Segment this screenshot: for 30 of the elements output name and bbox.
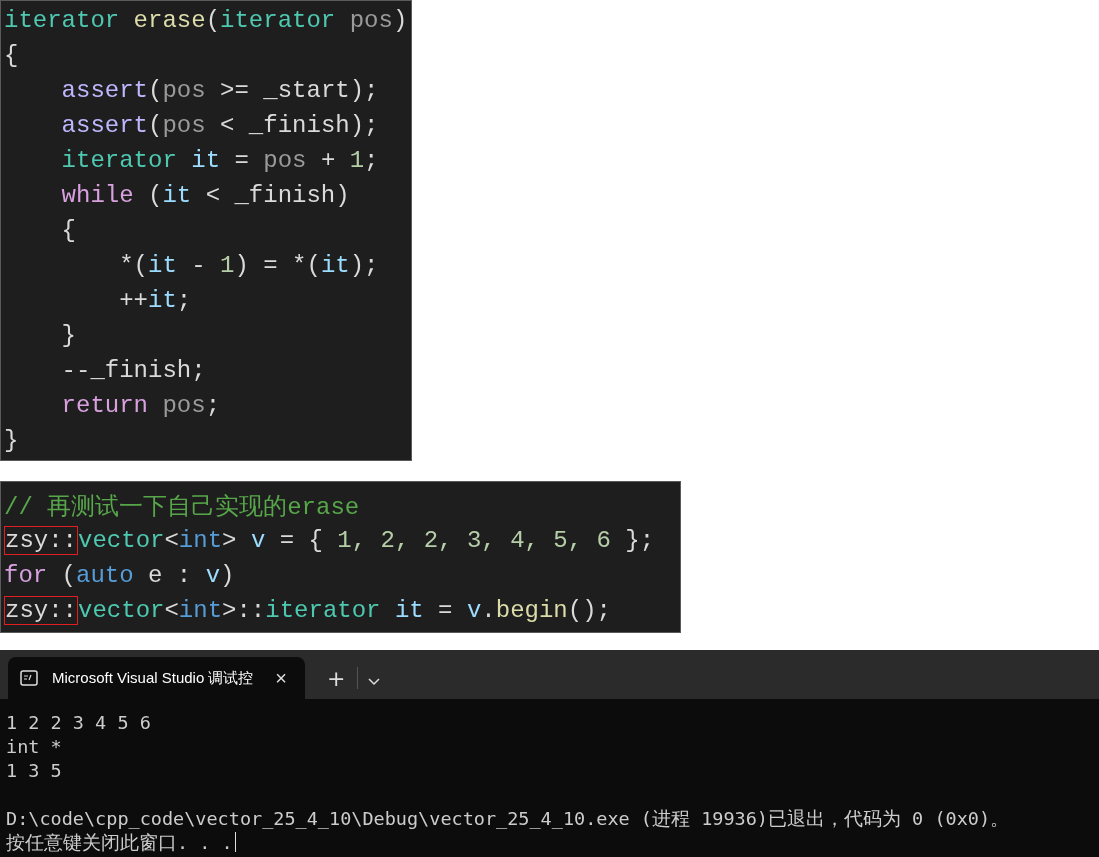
- code-line: {: [60, 217, 76, 244]
- code-line: assert(pos < _finish);: [60, 112, 379, 139]
- code-line: vector<int>::iterator it = v.begin();: [78, 597, 611, 624]
- code-line: iterator it = pos + 1;: [60, 147, 379, 174]
- code-line: assert(pos >= _start);: [60, 77, 379, 104]
- terminal-icon: [20, 670, 38, 686]
- code-line: --_finish;: [60, 357, 206, 384]
- output-line: 1 3 5: [6, 760, 62, 781]
- output-line: D:\code\cpp_code\vector_25_4_10\Debug\vector_25_4_10.exe (进程 19936)已退出，代码为 0 (0x0)。: [6, 808, 1010, 829]
- code-line: while (it < _finish): [60, 182, 350, 209]
- highlight-box: zsy::: [4, 596, 78, 625]
- code-line: for (auto e : v): [4, 562, 235, 589]
- output-line: 1 2 2 3 4 5 6: [6, 712, 151, 733]
- highlight-box: zsy::: [4, 526, 78, 555]
- chevron-down-icon[interactable]: [368, 678, 381, 686]
- console-tab[interactable]: Microsoft Visual Studio 调试控 ×: [8, 657, 305, 699]
- code-comment: // 再测试一下自己实现的erase: [4, 492, 360, 522]
- code-line: vector<int> v = { 1, 2, 2, 3, 4, 5, 6 };: [78, 527, 655, 554]
- code-line: *(it - 1) = *(it);: [118, 252, 379, 279]
- code-line: {: [4, 42, 19, 69]
- code-line: }: [4, 427, 19, 454]
- code-line: return pos;: [60, 392, 221, 419]
- code-line: iterator erase(iterator pos): [4, 7, 408, 34]
- code-line: }: [60, 322, 76, 349]
- code-line: ++it;: [118, 287, 192, 314]
- tab-title: Microsoft Visual Studio 调试控: [52, 668, 254, 688]
- new-tab-button[interactable]: +: [319, 666, 354, 691]
- output-line: int *: [6, 736, 62, 757]
- output-line: 按任意键关闭此窗口. . .: [6, 832, 233, 853]
- close-button[interactable]: ×: [269, 666, 293, 690]
